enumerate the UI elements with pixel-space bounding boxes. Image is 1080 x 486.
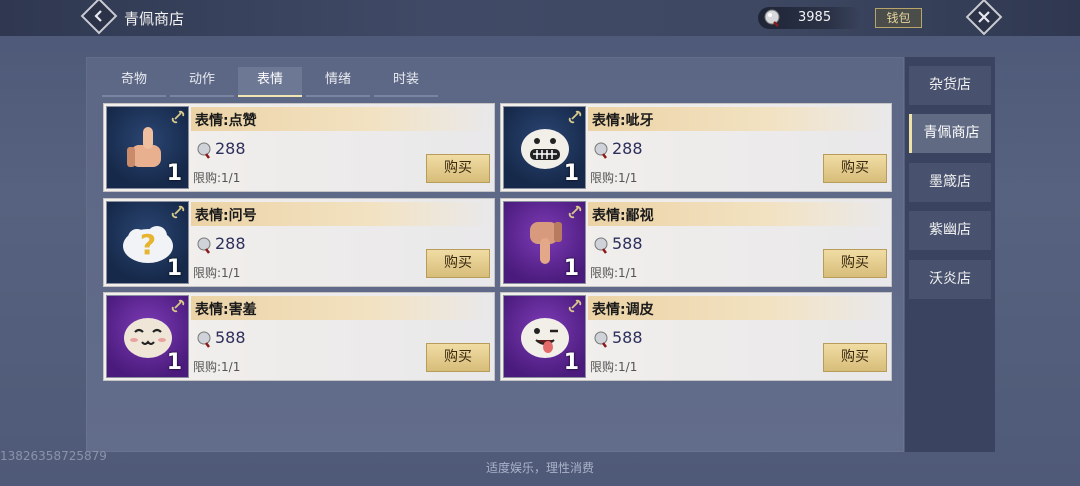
item-quantity: 1 [563, 161, 579, 186]
sidebar-item-mozhen[interactable]: 墨箴店 [909, 163, 991, 202]
coin-icon [594, 237, 608, 254]
shop-item-card[interactable]: 1 表情:呲牙 288 限购:1/1 购买 [500, 103, 892, 192]
purchase-limit: 限购:1/1 [193, 360, 241, 374]
item-price: 588 [612, 328, 643, 347]
item-quantity: 1 [563, 256, 579, 281]
sidebar-item-woyan[interactable]: 沃炎店 [909, 260, 991, 299]
sidebar-item-grocery[interactable]: 杂货店 [909, 66, 991, 105]
back-button[interactable] [80, 0, 118, 35]
item-thumbnail: ? 1 [106, 201, 189, 284]
coin-icon [197, 142, 211, 159]
item-name-bar: 表情:鄙视 [588, 202, 888, 226]
page-title: 青佩商店 [124, 10, 185, 28]
coin-icon [197, 331, 211, 348]
link-icon [171, 205, 185, 219]
item-thumbnail: 1 [503, 295, 586, 378]
item-price: 288 [612, 139, 643, 158]
footer-notice: 适度娱乐，理性消费 [485, 461, 594, 475]
item-name-bar: 表情:点赞 [191, 107, 491, 131]
chevron-left-icon [94, 10, 102, 22]
item-quantity: 1 [166, 350, 182, 375]
purchase-limit: 限购:1/1 [193, 266, 241, 280]
item-thumbnail: 1 [106, 106, 189, 189]
tab-emotes[interactable]: 表情 [238, 67, 302, 97]
category-tabs: 奇物 动作 表情 情绪 时装 [102, 67, 438, 97]
item-name: 表情:鄙视 [592, 208, 654, 224]
link-icon [171, 110, 185, 124]
purchase-limit: 限购:1/1 [193, 171, 241, 185]
currency-display: 3985 [758, 7, 862, 29]
close-icon [978, 11, 990, 23]
item-name: 表情:调皮 [592, 302, 654, 318]
shop-item-card[interactable]: 1 表情:调皮 588 限购:1/1 购买 [500, 292, 892, 381]
item-name: 表情:点赞 [195, 113, 257, 129]
tab-fashion[interactable]: 时装 [374, 67, 438, 97]
purchase-limit: 限购:1/1 [590, 171, 638, 185]
buy-button[interactable]: 购买 [823, 343, 887, 372]
item-price: 288 [215, 234, 246, 253]
buy-button[interactable]: 购买 [426, 249, 490, 278]
shop-item-card[interactable]: ? 1 表情:问号 288 限购:1/1 购买 [103, 198, 495, 287]
tab-actions[interactable]: 动作 [170, 67, 234, 97]
tab-moods[interactable]: 情绪 [306, 67, 370, 97]
link-icon [568, 205, 582, 219]
buy-button[interactable]: 购买 [426, 154, 490, 183]
tab-oddities[interactable]: 奇物 [102, 67, 166, 97]
coin-icon [594, 331, 608, 348]
item-name-bar: 表情:问号 [191, 202, 491, 226]
coin-icon [594, 142, 608, 159]
item-name: 表情:害羞 [195, 302, 257, 318]
top-bar: 青佩商店 3985 钱包 [0, 0, 1080, 36]
shop-sidebar: 杂货店 青佩商店 墨箴店 紫幽店 沃炎店 [905, 57, 995, 452]
item-price: 588 [215, 328, 246, 347]
coin-icon [197, 237, 211, 254]
coin-icon [764, 9, 780, 27]
item-price: 288 [215, 139, 246, 158]
buy-button[interactable]: 购买 [426, 343, 490, 372]
link-icon [171, 299, 185, 313]
item-name: 表情:问号 [195, 208, 257, 224]
purchase-limit: 限购:1/1 [590, 360, 638, 374]
item-quantity: 1 [166, 256, 182, 281]
link-icon [568, 299, 582, 313]
link-icon [568, 110, 582, 124]
item-name: 表情:呲牙 [592, 113, 654, 129]
sidebar-item-ziyou[interactable]: 紫幽店 [909, 211, 991, 250]
item-name-bar: 表情:呲牙 [588, 107, 888, 131]
buy-button[interactable]: 购买 [823, 154, 887, 183]
item-quantity: 1 [166, 161, 182, 186]
shop-item-card[interactable]: 1 表情:点赞 288 限购:1/1 购买 [103, 103, 495, 192]
item-price: 588 [612, 234, 643, 253]
item-thumbnail: 1 [503, 201, 586, 284]
svg-text:?: ? [140, 228, 156, 261]
shop-item-card[interactable]: 1 表情:鄙视 588 限购:1/1 购买 [500, 198, 892, 287]
item-quantity: 1 [563, 350, 579, 375]
buy-button[interactable]: 购买 [823, 249, 887, 278]
currency-value: 3985 [798, 10, 832, 25]
shop-item-card[interactable]: 1 表情:害羞 588 限购:1/1 购买 [103, 292, 495, 381]
wallet-button[interactable]: 钱包 [875, 8, 922, 28]
sidebar-item-qingpei[interactable]: 青佩商店 [909, 114, 991, 153]
purchase-limit: 限购:1/1 [590, 266, 638, 280]
item-thumbnail: 1 [503, 106, 586, 189]
item-thumbnail: 1 [106, 295, 189, 378]
item-name-bar: 表情:害羞 [191, 296, 491, 320]
close-button[interactable] [965, 0, 1003, 36]
item-name-bar: 表情:调皮 [588, 296, 888, 320]
